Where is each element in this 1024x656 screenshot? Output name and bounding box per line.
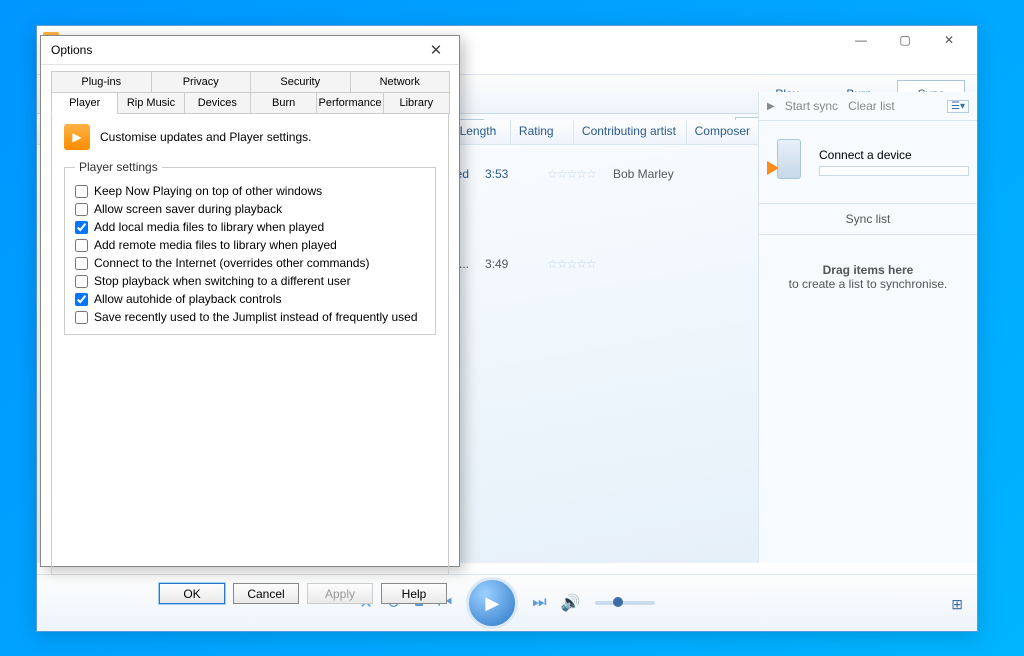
- close-icon[interactable]: ✕: [423, 41, 449, 59]
- tab-network[interactable]: Network: [350, 71, 451, 93]
- chk-autohide[interactable]: [75, 293, 88, 306]
- mute-button[interactable]: 🔊: [561, 593, 581, 613]
- col-length[interactable]: Length: [452, 120, 511, 144]
- col-rating[interactable]: Rating: [511, 120, 574, 144]
- group-legend: Player settings: [75, 160, 162, 174]
- chk-screensaver[interactable]: [75, 203, 88, 216]
- next-button[interactable]: ⏭: [532, 594, 546, 612]
- player-icon: ▶: [64, 124, 90, 150]
- tab-rip[interactable]: Rip Music: [117, 92, 184, 114]
- cancel-button[interactable]: Cancel: [233, 583, 299, 604]
- start-sync-button[interactable]: Start sync: [785, 99, 838, 113]
- cell-rating[interactable]: ☆☆☆☆☆: [539, 167, 605, 181]
- close-button[interactable]: ✕: [927, 26, 971, 54]
- tab-plugins[interactable]: Plug-ins: [51, 71, 152, 93]
- device-capacity-bar: [819, 166, 969, 176]
- device-slot[interactable]: Connect a device: [759, 121, 977, 204]
- device-icon: [769, 139, 809, 185]
- dialog-title-bar[interactable]: Options ✕: [41, 36, 459, 65]
- player-settings-group: Player settings Keep Now Playing on top …: [64, 160, 436, 335]
- dialog-description: Customise updates and Player settings.: [100, 130, 311, 144]
- tab-devices[interactable]: Devices: [184, 92, 251, 114]
- tab-performance[interactable]: Performance: [316, 92, 383, 114]
- chk-connect[interactable]: [75, 257, 88, 270]
- chk-stop-switch[interactable]: [75, 275, 88, 288]
- sync-list-header: Sync list: [759, 204, 977, 235]
- connect-device-label: Connect a device: [819, 148, 967, 162]
- help-button[interactable]: Help: [381, 583, 447, 604]
- tab-privacy[interactable]: Privacy: [151, 71, 252, 93]
- volume-slider[interactable]: [595, 601, 655, 605]
- chk-add-remote[interactable]: [75, 239, 88, 252]
- sync-panel: ▶ Start sync Clear list ☰▾ Connect a dev…: [758, 92, 977, 563]
- tab-security[interactable]: Security: [250, 71, 351, 93]
- minimize-button[interactable]: —: [839, 26, 883, 54]
- cell-artist: Bob Marley: [605, 167, 725, 181]
- col-artist[interactable]: Contributing artist: [574, 120, 687, 144]
- tab-burn-options[interactable]: Burn: [250, 92, 317, 114]
- col-composer[interactable]: Composer: [687, 120, 759, 144]
- clear-list-button[interactable]: Clear list: [848, 99, 895, 113]
- options-dialog: Options ✕ Plug-ins Privacy Security Netw…: [40, 35, 460, 567]
- chk-keep-top[interactable]: [75, 185, 88, 198]
- chk-add-local[interactable]: [75, 221, 88, 234]
- maximize-button[interactable]: ▢: [883, 26, 927, 54]
- cell-rating[interactable]: ☆☆☆☆☆: [539, 257, 605, 271]
- tab-player[interactable]: Player: [51, 92, 118, 114]
- ok-button[interactable]: OK: [159, 583, 225, 604]
- tab-library[interactable]: Library: [383, 92, 450, 114]
- apply-button[interactable]: Apply: [307, 583, 373, 604]
- dialog-title: Options: [51, 43, 92, 57]
- switch-view-icon[interactable]: ⊞: [951, 596, 963, 613]
- chk-jumplist[interactable]: [75, 311, 88, 324]
- cell-length: 3:53: [477, 167, 539, 181]
- sync-drop-zone[interactable]: Drag items here to create a list to sync…: [759, 235, 977, 319]
- sync-options-dropdown[interactable]: ☰▾: [947, 100, 969, 113]
- cell-length: 3:49: [477, 257, 539, 271]
- play-button[interactable]: ▶: [466, 577, 518, 629]
